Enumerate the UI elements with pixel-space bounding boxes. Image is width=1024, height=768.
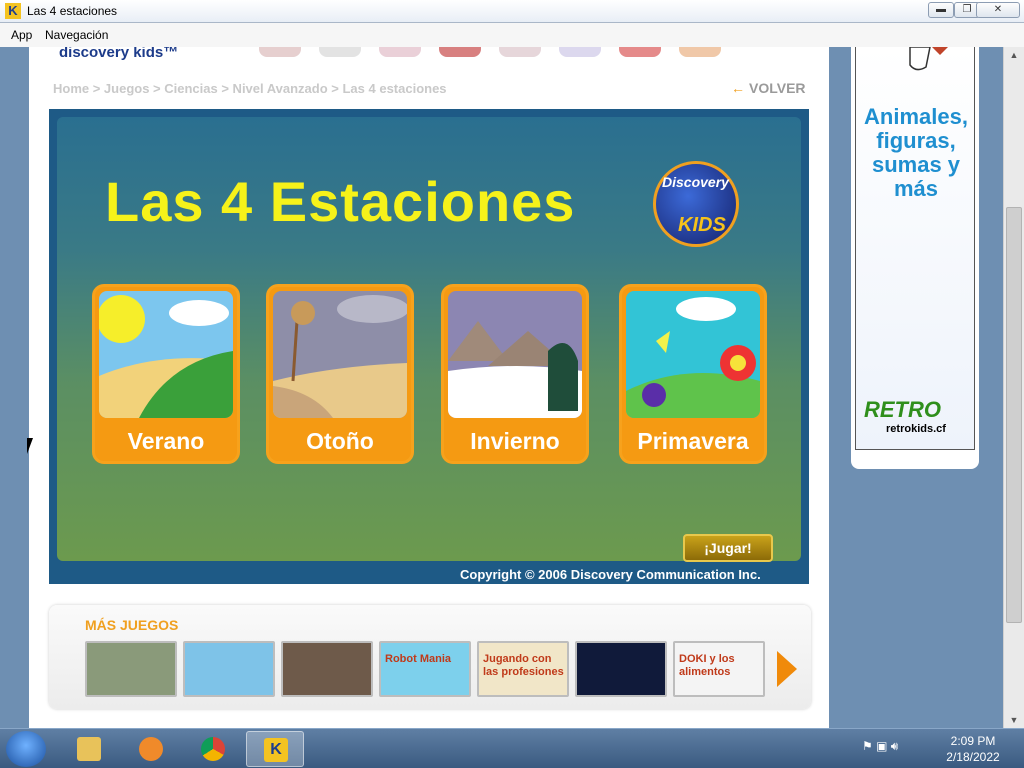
game-thumb-kids[interactable] (183, 641, 275, 697)
play-button[interactable]: ¡Jugar! (683, 534, 773, 562)
breadcrumb[interactable]: Home > Juegos > Ciencias > Nivel Avanzad… (53, 81, 447, 96)
taskbar-explorer[interactable] (60, 731, 118, 767)
season-label-otono: Otoño (306, 428, 374, 454)
game-thumb-label: DOKI y los alimentos (679, 653, 735, 678)
taskbar-chrome[interactable] (184, 731, 242, 767)
browser-content: discovery kids™ Home > Juegos > Ciencias… (0, 47, 1003, 728)
title-bar: K Las 4 estaciones ▬ ❐ ✕ (0, 0, 1024, 23)
taskbar-media-player[interactable] (122, 731, 180, 767)
game-thumb-space[interactable] (575, 641, 667, 697)
clock-date: 2/18/2022 (946, 750, 1000, 764)
window-title: Las 4 estaciones (27, 4, 118, 18)
game-thumb-doki-alimentos[interactable]: DOKI y los alimentos (673, 641, 765, 697)
header-character[interactable] (319, 47, 361, 57)
season-card-otono[interactable]: Otoño (266, 284, 414, 464)
taskbar-app-k[interactable]: K (246, 731, 304, 767)
header-character[interactable] (619, 47, 661, 57)
header-characters (259, 47, 779, 59)
more-games-title: MÁS JUEGOS (85, 617, 179, 633)
game-canvas: Las 4 Estaciones Discovery KIDS Verano O… (57, 117, 801, 562)
media-player-icon (139, 737, 163, 761)
web-page: discovery kids™ Home > Juegos > Ciencias… (29, 47, 829, 728)
spring-scene-image (626, 291, 760, 418)
game-thumb-profesiones[interactable]: Jugando con las profesiones (477, 641, 569, 697)
logo-discovery-text: Discovery (662, 174, 729, 190)
copyright-text: Copyright © 2006 Discovery Communication… (460, 567, 761, 582)
scroll-down-icon[interactable]: ▼ (1004, 712, 1024, 728)
menu-bar: App Navegación (0, 23, 1024, 47)
carousel-next-icon[interactable] (777, 651, 797, 687)
menu-navegacion[interactable]: Navegación (45, 28, 108, 42)
start-button[interactable] (6, 731, 46, 767)
game-thumb-castle[interactable] (85, 641, 177, 697)
logo-kids-text: KIDS (678, 214, 726, 236)
header-character[interactable] (379, 47, 421, 57)
ad-character-icon (909, 47, 948, 71)
system-tray-icons[interactable]: ⚑ ▣ 🔊︎ (862, 739, 898, 754)
header-character[interactable] (439, 47, 481, 57)
season-label-primavera: Primavera (637, 428, 749, 454)
app-k-icon: K (264, 738, 288, 762)
clock-time: 2:09 PM (950, 734, 996, 748)
ad-banner[interactable]: Animales, figuras, sumas y más RETRO ret… (851, 47, 979, 469)
clock[interactable]: 2:09 PM 2/18/2022 (938, 733, 1008, 765)
header-character[interactable] (559, 47, 601, 57)
season-card-invierno[interactable]: Invierno (441, 284, 589, 464)
autumn-scene-image (273, 291, 407, 418)
winter-scene-image (448, 291, 582, 418)
game-thumb-robot-mania[interactable]: Robot Mania (379, 641, 471, 697)
season-card-verano[interactable]: Verano (92, 284, 240, 464)
game-thumb-label: Robot Mania (385, 653, 451, 665)
arrow-left-icon: ← (731, 80, 745, 96)
close-button[interactable]: ✕ (976, 2, 1020, 18)
ad-url[interactable]: retrokids.cf (856, 423, 976, 435)
season-label-verano: Verano (127, 428, 205, 454)
scroll-thumb[interactable] (1006, 207, 1022, 623)
header-character[interactable] (499, 47, 541, 57)
header-character[interactable] (259, 47, 301, 57)
taskbar: K ⚑ ▣ 🔊︎ 2:09 PM 2/18/2022 (0, 728, 1024, 768)
summer-scene-image (99, 291, 233, 418)
more-games-panel: MÁS JUEGOS Robot Mania Jugando con las pr… (49, 605, 811, 709)
vertical-scrollbar[interactable]: ▲ ▼ (1003, 47, 1024, 728)
scroll-up-icon[interactable]: ▲ (1004, 47, 1024, 63)
chrome-icon (201, 737, 225, 761)
ad-text: Animales, figuras, sumas y más (864, 104, 968, 201)
back-link[interactable]: ← VOLVER (731, 80, 806, 96)
back-link-label: VOLVER (749, 80, 806, 96)
mouse-cursor-icon (27, 438, 39, 454)
minimize-button[interactable]: ▬ (928, 2, 954, 18)
season-label-invierno: Invierno (470, 428, 560, 454)
game-thumb-label: Jugando con las profesiones (483, 653, 564, 678)
folder-icon (77, 737, 101, 761)
discovery-kids-logo: Discovery KIDS (653, 161, 739, 247)
game-title: Las 4 Estaciones (105, 170, 576, 233)
ad-inner: Animales, figuras, sumas y más RETRO ret… (855, 47, 975, 450)
season-card-primavera[interactable]: Primavera (619, 284, 767, 464)
game-panel: Las 4 Estaciones Discovery KIDS Verano O… (49, 109, 809, 584)
header-character[interactable] (679, 47, 721, 57)
ad-brand: RETRO (864, 397, 941, 422)
game-thumb-doki-room[interactable] (281, 641, 373, 697)
site-logo[interactable]: discovery kids™ (59, 47, 178, 61)
app-window: K Las 4 estaciones ▬ ❐ ✕ App Navegación … (0, 0, 1024, 728)
app-icon: K (5, 3, 21, 19)
menu-app[interactable]: App (11, 28, 32, 42)
